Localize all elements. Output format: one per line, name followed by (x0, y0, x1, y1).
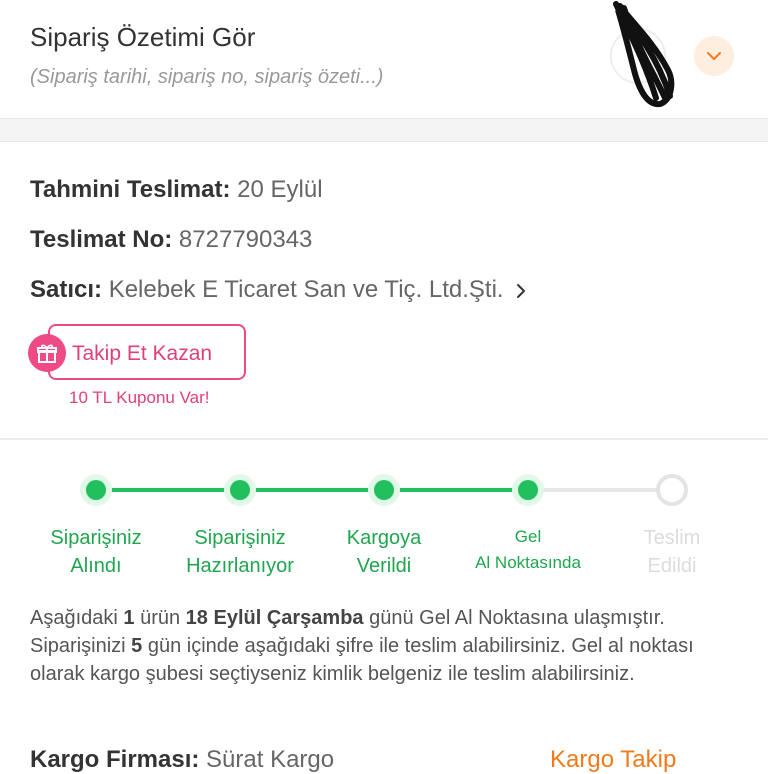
order-summary-title: Sipariş Özetimi Gör (30, 22, 256, 52)
estimated-delivery-value: 20 Eylül (237, 176, 323, 203)
step-dot-delivered (656, 474, 688, 506)
step-dot-pickup-point (512, 474, 544, 506)
cargo-tracking-link[interactable]: Kargo Takip (550, 746, 676, 774)
seller-row[interactable]: Satıcı: Kelebek E Ticaret San ve Tiç. Lt… (30, 276, 526, 304)
follow-earn-label: Takip Et Kazan (72, 342, 213, 365)
section-gap (0, 118, 768, 142)
chevron-down-icon (707, 52, 721, 60)
progress-line-done (96, 488, 528, 492)
redaction-scribble (613, 1, 675, 108)
estimated-delivery-label: Tahmini Teslimat: (30, 176, 231, 203)
delivery-number-row: Teslimat No: 8727790343 (30, 226, 312, 254)
progress-line-remaining (528, 488, 672, 492)
delivery-number-label: Teslimat No: (30, 226, 173, 253)
cargo-company-label: Kargo Firması: (30, 746, 200, 773)
chevron-right-icon (517, 283, 526, 298)
gift-icon (28, 334, 66, 372)
step-label-shipped: Kargoya Verildi (346, 527, 422, 577)
order-summary-subtitle: (Sipariş tarihi, sipariş no, sipariş öze… (30, 66, 384, 88)
cargo-company-value: Sürat Kargo (206, 746, 335, 773)
step-label-received: Siparişiniz Alındı (50, 527, 142, 577)
order-status-tracker: Siparişiniz Alındı Siparişiniz Hazırlanıyo… (0, 468, 768, 588)
seller-label: Satıcı: (30, 276, 103, 303)
step-dot-shipped (368, 474, 400, 506)
step-dot-received (80, 474, 112, 506)
step-label-pickup-point: Gel Al Noktasında (475, 527, 581, 572)
step-dot-preparing (224, 474, 256, 506)
estimated-delivery-row: Tahmini Teslimat: 20 Eylül (30, 176, 323, 204)
step-label-delivered: Teslim Edildi (643, 527, 701, 577)
pickup-description: Aşağıdaki 1 ürün 18 Eylül Çarşamba günü … (30, 607, 694, 685)
expand-button[interactable] (694, 36, 734, 76)
cargo-company-row: Kargo Firması: Sürat Kargo (30, 746, 334, 774)
divider (0, 438, 768, 440)
step-label-preparing: Siparişiniz Hazırlanıyor (186, 527, 294, 577)
delivery-number-value: 8727790343 (178, 226, 313, 253)
follow-earn-button[interactable]: Takip Et Kazan (48, 324, 246, 380)
coupon-text: 10 TL Kuponu Var! (69, 388, 210, 407)
seller-name[interactable]: Kelebek E Ticaret San ve Tiç. Ltd.Şti. (109, 276, 504, 303)
order-summary-header[interactable]: Sipariş Özetimi Gör (Sipariş tarihi, sip… (0, 0, 768, 118)
